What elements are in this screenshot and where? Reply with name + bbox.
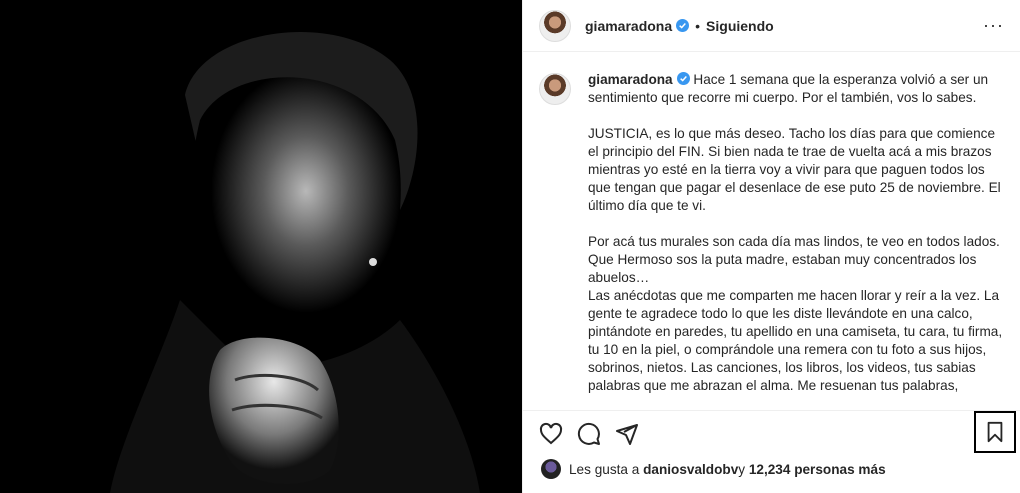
caption-text: giamaradona Hace 1 semana que la esperan… [588,71,1006,410]
bookmark-icon [987,421,1003,443]
share-icon[interactable] [615,422,639,446]
liker-username[interactable]: daniosvaldobv [643,462,738,477]
more-options-icon[interactable]: ··· [983,16,1004,34]
likes-summary: Les gusta a daniosvaldobv y 12,234 perso… [541,459,886,479]
verified-badge-icon [676,72,690,85]
caption-username[interactable]: giamaradona [588,72,673,87]
caption: giamaradona Hace 1 semana que la esperan… [539,71,1006,410]
post-header: giamaradona • Siguiendo ··· [523,0,1020,52]
post-sidebar: giamaradona • Siguiendo ··· giamaradona … [522,0,1020,493]
save-button[interactable] [974,411,1016,453]
comment-icon[interactable] [577,422,601,446]
post-modal: giamaradona • Siguiendo ··· giamaradona … [0,0,1020,493]
avatar[interactable] [539,9,571,42]
post-photo [0,0,522,493]
likes-middle: y [738,461,746,477]
action-bar [523,410,1020,456]
following-button[interactable]: Siguiendo [706,18,774,34]
liker-avatar[interactable] [541,459,561,479]
likes-count[interactable]: 12,234 personas más [749,462,886,477]
separator-dot: • [695,17,701,34]
caption-paragraph: JUSTICIA, es lo que más deseo. Tacho los… [588,126,1001,213]
heart-icon[interactable] [539,422,563,446]
caption-paragraph: Por acá tus murales son cada día mas lin… [588,234,1003,393]
header-username[interactable]: giamaradona [585,18,672,34]
verified-badge-icon [676,19,690,32]
praying-man-photo [0,0,522,493]
caption-avatar[interactable] [539,73,571,105]
comments-area: giamaradona Hace 1 semana que la esperan… [523,53,1020,410]
likes-prefix: Les gusta a [569,461,640,477]
